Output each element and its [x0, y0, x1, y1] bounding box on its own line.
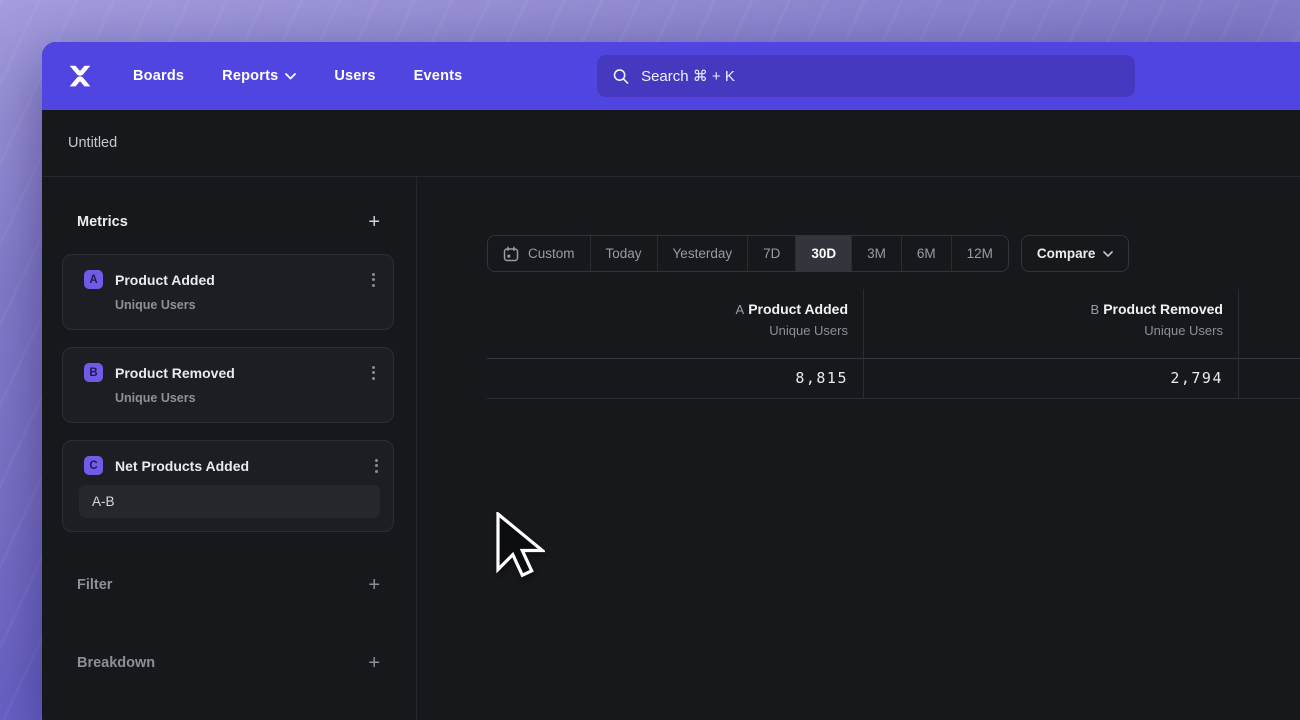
metric-title[interactable]: Product Removed	[115, 365, 235, 381]
nav-item-label: Events	[414, 68, 463, 84]
table-header-spacer	[1239, 289, 1300, 359]
date-range-3m[interactable]: 3M	[851, 236, 901, 271]
compare-button[interactable]: Compare	[1021, 235, 1130, 272]
metric-measurement[interactable]: Unique Users	[115, 391, 377, 405]
kebab-menu-icon[interactable]	[370, 364, 377, 382]
table-header-product-removed[interactable]: BProduct Removed Unique Users	[864, 289, 1239, 359]
metrics-section-label: Metrics	[77, 214, 128, 230]
date-range-segmented-control: Custom Today Yesterday 7D 30D 3M 6M 12M	[487, 235, 1009, 272]
date-range-label: Custom	[528, 246, 575, 261]
date-range-label: 12M	[967, 246, 993, 261]
query-builder-sidebar: Metrics + A Product Added Unique Users B…	[42, 177, 417, 720]
metric-title[interactable]: Product Added	[115, 272, 215, 288]
add-breakdown-button[interactable]: +	[368, 654, 380, 672]
filter-section-label: Filter	[77, 577, 112, 593]
metric-title[interactable]: Net Products Added	[115, 458, 249, 474]
nav-item-users[interactable]: Users	[334, 68, 375, 84]
nav-item-label: Reports	[222, 68, 278, 84]
metric-card-a[interactable]: A Product Added Unique Users	[62, 254, 394, 330]
compare-button-label: Compare	[1037, 246, 1096, 261]
chevron-down-icon	[285, 73, 296, 80]
metric-measurement[interactable]: Unique Users	[115, 298, 377, 312]
column-subtitle: Unique Users	[487, 323, 848, 338]
search-input[interactable]	[641, 68, 1119, 85]
add-metric-button[interactable]: +	[368, 213, 380, 231]
page-title[interactable]: Untitled	[68, 135, 117, 151]
nav-item-label: Users	[334, 68, 375, 84]
metric-badge-a: A	[84, 270, 103, 289]
date-range-6m[interactable]: 6M	[901, 236, 951, 271]
table-header-row: AProduct Added Unique Users BProduct Rem…	[487, 289, 1300, 359]
nav-item-label: Boards	[133, 68, 184, 84]
value-cell-product-added[interactable]: 8,815	[487, 359, 864, 399]
metric-badge-c: C	[84, 456, 103, 475]
date-range-label: 3M	[867, 246, 886, 261]
column-title: Product Removed	[1103, 301, 1223, 317]
chevron-down-icon	[1103, 251, 1113, 257]
date-range-7d[interactable]: 7D	[747, 236, 795, 271]
nav-item-boards[interactable]: Boards	[133, 68, 184, 84]
mixpanel-logo-icon[interactable]	[65, 61, 95, 91]
app-window: Boards Reports Users Events Un	[42, 42, 1300, 720]
nav-item-events[interactable]: Events	[414, 68, 463, 84]
document-header: Untitled	[42, 110, 1300, 177]
kebab-menu-icon[interactable]	[373, 457, 380, 475]
metrics-results-table: AProduct Added Unique Users BProduct Rem…	[487, 289, 1300, 399]
column-subtitle: Unique Users	[864, 323, 1223, 338]
date-range-label: Yesterday	[673, 246, 733, 261]
metric-card-b[interactable]: B Product Removed Unique Users	[62, 347, 394, 423]
value-cell-product-removed[interactable]: 2,794	[864, 359, 1239, 399]
filter-section-header: Filter +	[62, 576, 394, 594]
table-row-spacer	[1239, 359, 1300, 399]
date-range-label: 6M	[917, 246, 936, 261]
metrics-section-header: Metrics +	[62, 213, 394, 231]
metric-value: 8,815	[795, 369, 848, 387]
breakdown-section-header: Breakdown +	[62, 654, 394, 672]
date-range-today[interactable]: Today	[590, 236, 657, 271]
kebab-menu-icon[interactable]	[370, 271, 377, 289]
table-value-row: 8,815 2,794	[487, 359, 1300, 399]
calendar-icon	[503, 246, 519, 262]
date-range-12m[interactable]: 12M	[951, 236, 1008, 271]
date-range-30d-selected[interactable]: 30D	[795, 236, 851, 271]
report-main-panel: Custom Today Yesterday 7D 30D 3M 6M 12M …	[417, 177, 1300, 720]
date-range-label: Today	[606, 246, 642, 261]
column-title: Product Added	[748, 301, 848, 317]
date-range-label: 7D	[763, 246, 780, 261]
metric-letter: B	[1091, 302, 1100, 317]
breakdown-section-label: Breakdown	[77, 655, 155, 671]
formula-input[interactable]: A-B	[79, 485, 380, 518]
add-filter-button[interactable]: +	[368, 576, 380, 594]
table-header-product-added[interactable]: AProduct Added Unique Users	[487, 289, 864, 359]
metric-badge-b: B	[84, 363, 103, 382]
metric-value: 2,794	[1170, 369, 1223, 387]
date-range-label: 30D	[811, 246, 836, 261]
top-nav: Boards Reports Users Events	[42, 42, 1300, 110]
search-icon	[613, 68, 629, 85]
date-toolbar: Custom Today Yesterday 7D 30D 3M 6M 12M …	[487, 235, 1300, 272]
search-bar[interactable]	[597, 55, 1135, 97]
metric-letter: A	[736, 302, 745, 317]
nav-item-reports[interactable]: Reports	[222, 68, 296, 84]
date-range-custom[interactable]: Custom	[488, 236, 590, 271]
metric-card-c[interactable]: C Net Products Added A-B	[62, 440, 394, 532]
date-range-yesterday[interactable]: Yesterday	[657, 236, 748, 271]
nav-menu: Boards Reports Users Events	[133, 68, 462, 84]
